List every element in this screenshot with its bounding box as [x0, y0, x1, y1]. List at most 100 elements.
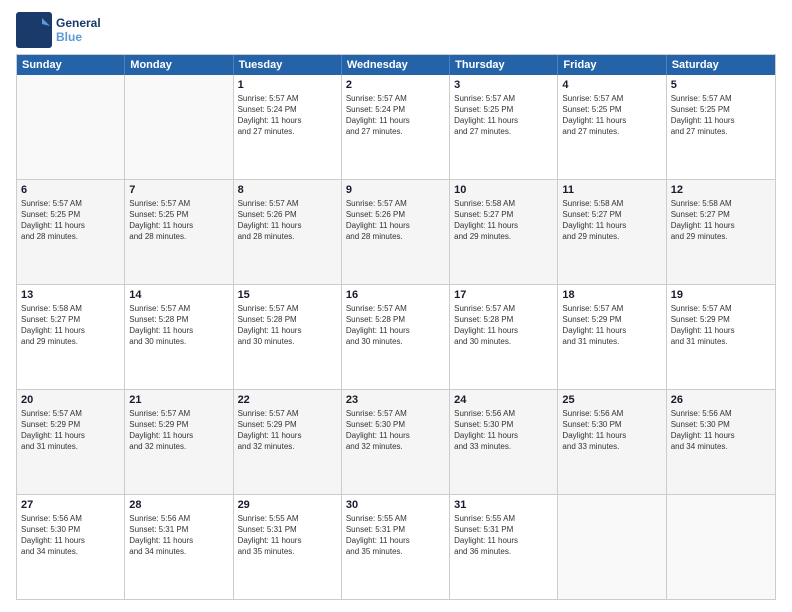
day-info-line: Daylight: 11 hours: [21, 326, 120, 337]
day-number: 29: [238, 498, 337, 512]
day-info-line: and 30 minutes.: [346, 337, 445, 348]
day-info-line: and 30 minutes.: [238, 337, 337, 348]
day-info-line: Daylight: 11 hours: [454, 431, 553, 442]
day-info-line: Daylight: 11 hours: [454, 536, 553, 547]
day-number: 4: [562, 78, 661, 92]
day-info-line: Sunset: 5:30 PM: [454, 420, 553, 431]
calendar-day-7: 7Sunrise: 5:57 AMSunset: 5:25 PMDaylight…: [125, 180, 233, 284]
day-number: 12: [671, 183, 771, 197]
day-number: 7: [129, 183, 228, 197]
day-info-line: Daylight: 11 hours: [454, 221, 553, 232]
day-info-line: Sunrise: 5:57 AM: [562, 304, 661, 315]
day-number: 27: [21, 498, 120, 512]
day-number: 15: [238, 288, 337, 302]
day-number: 28: [129, 498, 228, 512]
day-info-line: and 28 minutes.: [346, 232, 445, 243]
day-info-line: Sunset: 5:25 PM: [671, 105, 771, 116]
day-info-line: Daylight: 11 hours: [346, 116, 445, 127]
day-info-line: and 29 minutes.: [671, 232, 771, 243]
day-info-line: Sunrise: 5:56 AM: [454, 409, 553, 420]
calendar-day-8: 8Sunrise: 5:57 AMSunset: 5:26 PMDaylight…: [234, 180, 342, 284]
day-info-line: Daylight: 11 hours: [454, 326, 553, 337]
day-info-line: Sunset: 5:26 PM: [238, 210, 337, 221]
calendar-day-2: 2Sunrise: 5:57 AMSunset: 5:24 PMDaylight…: [342, 75, 450, 179]
day-number: 30: [346, 498, 445, 512]
day-info-line: Sunrise: 5:58 AM: [21, 304, 120, 315]
header-day-thursday: Thursday: [450, 55, 558, 75]
day-info-line: and 36 minutes.: [454, 547, 553, 558]
day-info-line: Sunrise: 5:57 AM: [238, 94, 337, 105]
day-number: 26: [671, 393, 771, 407]
day-info-line: Sunset: 5:31 PM: [454, 525, 553, 536]
day-info-line: Sunset: 5:25 PM: [562, 105, 661, 116]
calendar-day-14: 14Sunrise: 5:57 AMSunset: 5:28 PMDayligh…: [125, 285, 233, 389]
day-info-line: Daylight: 11 hours: [346, 221, 445, 232]
header: GeneralBlue: [16, 12, 776, 48]
day-number: 18: [562, 288, 661, 302]
day-info-line: and 27 minutes.: [454, 127, 553, 138]
calendar-body: 1Sunrise: 5:57 AMSunset: 5:24 PMDaylight…: [17, 75, 775, 599]
day-info-line: Sunrise: 5:57 AM: [238, 304, 337, 315]
day-info-line: and 31 minutes.: [562, 337, 661, 348]
page: GeneralBlue SundayMondayTuesdayWednesday…: [0, 0, 792, 612]
day-info-line: Daylight: 11 hours: [129, 536, 228, 547]
day-info-line: Sunrise: 5:58 AM: [454, 199, 553, 210]
logo: GeneralBlue: [16, 12, 101, 48]
calendar-day-26: 26 Sunrise: 5:56 AMSunset: 5:30 PMDayligh…: [667, 390, 775, 494]
day-info-line: Sunset: 5:27 PM: [671, 210, 771, 221]
calendar-day-9: 9Sunrise: 5:57 AMSunset: 5:26 PMDaylight…: [342, 180, 450, 284]
day-info-line: Sunset: 5:27 PM: [21, 315, 120, 326]
calendar-week-4: 20Sunrise: 5:57 AMSunset: 5:29 PMDayligh…: [17, 389, 775, 494]
day-info-line: Sunset: 5:28 PM: [454, 315, 553, 326]
day-number: 17: [454, 288, 553, 302]
calendar-day-6: 6Sunrise: 5:57 AMSunset: 5:25 PMDaylight…: [17, 180, 125, 284]
day-info-line: Sunset: 5:24 PM: [238, 105, 337, 116]
calendar-day-13: 13Sunrise: 5:58 AMSunset: 5:27 PMDayligh…: [17, 285, 125, 389]
day-info-line: Daylight: 11 hours: [346, 326, 445, 337]
calendar-day-24: 24 Sunrise: 5:56 AMSunset: 5:30 PMDayligh…: [450, 390, 558, 494]
day-info-line: Sunrise: 5:57 AM: [129, 409, 228, 420]
day-info-line: Daylight: 11 hours: [671, 116, 771, 127]
day-info-line: Daylight: 11 hours: [671, 221, 771, 232]
calendar-empty-cell: [125, 75, 233, 179]
day-number: 6: [21, 183, 120, 197]
calendar-day-28: 28Sunrise: 5:56 AMSunset: 5:31 PMDayligh…: [125, 495, 233, 599]
day-number: 19: [671, 288, 771, 302]
day-info-line: Sunrise: 5:57 AM: [346, 94, 445, 105]
day-info-line: and 34 minutes.: [129, 547, 228, 558]
day-info-line: Sunrise: 5:56 AM: [671, 409, 771, 420]
day-number: 5: [671, 78, 771, 92]
day-number: 25: [562, 393, 661, 407]
day-number: 1: [238, 78, 337, 92]
day-number: 23: [346, 393, 445, 407]
day-info-line: Sunset: 5:24 PM: [346, 105, 445, 116]
day-info-line: Daylight: 11 hours: [129, 221, 228, 232]
day-info-line: Daylight: 11 hours: [346, 431, 445, 442]
day-info-line: and 33 minutes.: [454, 442, 553, 453]
day-info-line: Sunrise: 5:55 AM: [238, 514, 337, 525]
day-info-line: and 34 minutes.: [21, 547, 120, 558]
calendar-day-19: 19Sunrise: 5:57 AMSunset: 5:29 PMDayligh…: [667, 285, 775, 389]
day-info-line: and 30 minutes.: [129, 337, 228, 348]
calendar-day-21: 21Sunrise: 5:57 AMSunset: 5:29 PMDayligh…: [125, 390, 233, 494]
day-info-line: Daylight: 11 hours: [21, 431, 120, 442]
calendar-day-18: 18Sunrise: 5:57 AMSunset: 5:29 PMDayligh…: [558, 285, 666, 389]
day-info-line: Daylight: 11 hours: [671, 431, 771, 442]
day-info-line: Daylight: 11 hours: [562, 116, 661, 127]
day-info-line: Daylight: 11 hours: [238, 431, 337, 442]
day-info-line: Daylight: 11 hours: [129, 326, 228, 337]
day-info-line: and 35 minutes.: [346, 547, 445, 558]
day-number: 16: [346, 288, 445, 302]
day-info-line: Sunrise: 5:57 AM: [238, 199, 337, 210]
day-info-line: Sunset: 5:31 PM: [346, 525, 445, 536]
calendar-header: SundayMondayTuesdayWednesdayThursdayFrid…: [17, 55, 775, 75]
day-number: 24: [454, 393, 553, 407]
day-info-line: Sunrise: 5:57 AM: [346, 409, 445, 420]
header-day-friday: Friday: [558, 55, 666, 75]
day-info-line: Daylight: 11 hours: [238, 536, 337, 547]
day-info-line: Daylight: 11 hours: [238, 326, 337, 337]
day-info-line: Sunset: 5:30 PM: [671, 420, 771, 431]
day-number: 20: [21, 393, 120, 407]
day-info-line: Daylight: 11 hours: [238, 116, 337, 127]
day-number: 14: [129, 288, 228, 302]
